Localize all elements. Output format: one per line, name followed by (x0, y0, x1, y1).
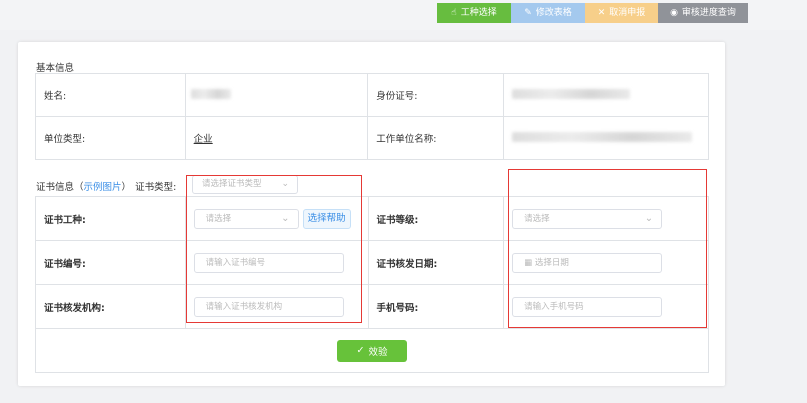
name-label: 姓名: (35, 73, 186, 117)
paren-open: （ (74, 182, 84, 193)
table-row: ✓ 效验 (35, 328, 709, 373)
eye-icon: ◉ (670, 8, 678, 18)
verify-label: 效验 (368, 346, 388, 358)
work-unit-value (503, 116, 709, 160)
table-row: 姓名: 身份证号: (35, 73, 709, 117)
certificate-type-label: 证书类型: (135, 182, 177, 193)
id-number-label: 身份证号: (367, 73, 504, 117)
redacted-name (190, 88, 231, 99)
pencil-icon: ✎ (524, 8, 532, 18)
work-unit-label: 工作单位名称: (367, 116, 504, 160)
certificate-level-label: 证书等级: (367, 196, 505, 241)
issue-date-label: 证书核发日期: (367, 240, 505, 285)
check-icon: ✓ (356, 345, 365, 356)
verify-button[interactable]: ✓ 效验 (336, 339, 408, 362)
certificate-info-header: 证书信息 （ 示例图片 ） 证书类型: (36, 179, 176, 193)
redacted-id-number (512, 88, 630, 99)
certificate-info-title: 证书信息 (36, 182, 75, 193)
review-progress-button[interactable]: ◉ 审核进度查询 (658, 3, 748, 23)
redacted-work-unit (512, 131, 692, 142)
edit-form-button[interactable]: ✎ 修改表格 (511, 3, 585, 23)
example-image-link[interactable]: 示例图片 (84, 179, 122, 193)
edit-form-label: 修改表格 (535, 8, 572, 18)
unit-type-text: 企业 (193, 134, 213, 145)
job-type-select-label: 工种选择 (460, 8, 497, 18)
review-progress-label: 审核进度查询 (681, 8, 736, 18)
unit-type-value: 企业 (184, 116, 369, 160)
highlight-box-right (508, 169, 707, 328)
close-icon: ✕ (597, 8, 606, 18)
name-value (184, 73, 369, 117)
id-number-value (503, 73, 709, 117)
basic-info-title: 基本信息 (36, 63, 75, 74)
unit-type-label: 单位类型: (35, 116, 186, 160)
highlight-box-left (186, 175, 362, 323)
cancel-application-button[interactable]: ✕ 取消申报 (585, 3, 658, 23)
work-type-label: 证书工种: (35, 196, 186, 241)
table-row: 单位类型: 企业 工作单位名称: (35, 116, 709, 160)
issuing-authority-label: 证书核发机构: (35, 284, 186, 329)
hand-pointer-icon: ☝ (451, 8, 457, 18)
basic-info-table: 姓名: 身份证号: 单位类型: 企业 工作单位名称: (35, 73, 709, 160)
cancel-application-label: 取消申报 (609, 8, 646, 18)
verify-cell: ✓ 效验 (35, 328, 709, 373)
paren-close: ） (121, 182, 132, 193)
job-type-select-button[interactable]: ☝ 工种选择 (437, 3, 511, 23)
top-toolbar: ☝ 工种选择 ✎ 修改表格 ✕ 取消申报 ◉ 审核进度查询 (0, 0, 807, 30)
certificate-number-label: 证书编号: (35, 240, 186, 285)
phone-label: 手机号码: (367, 284, 505, 329)
